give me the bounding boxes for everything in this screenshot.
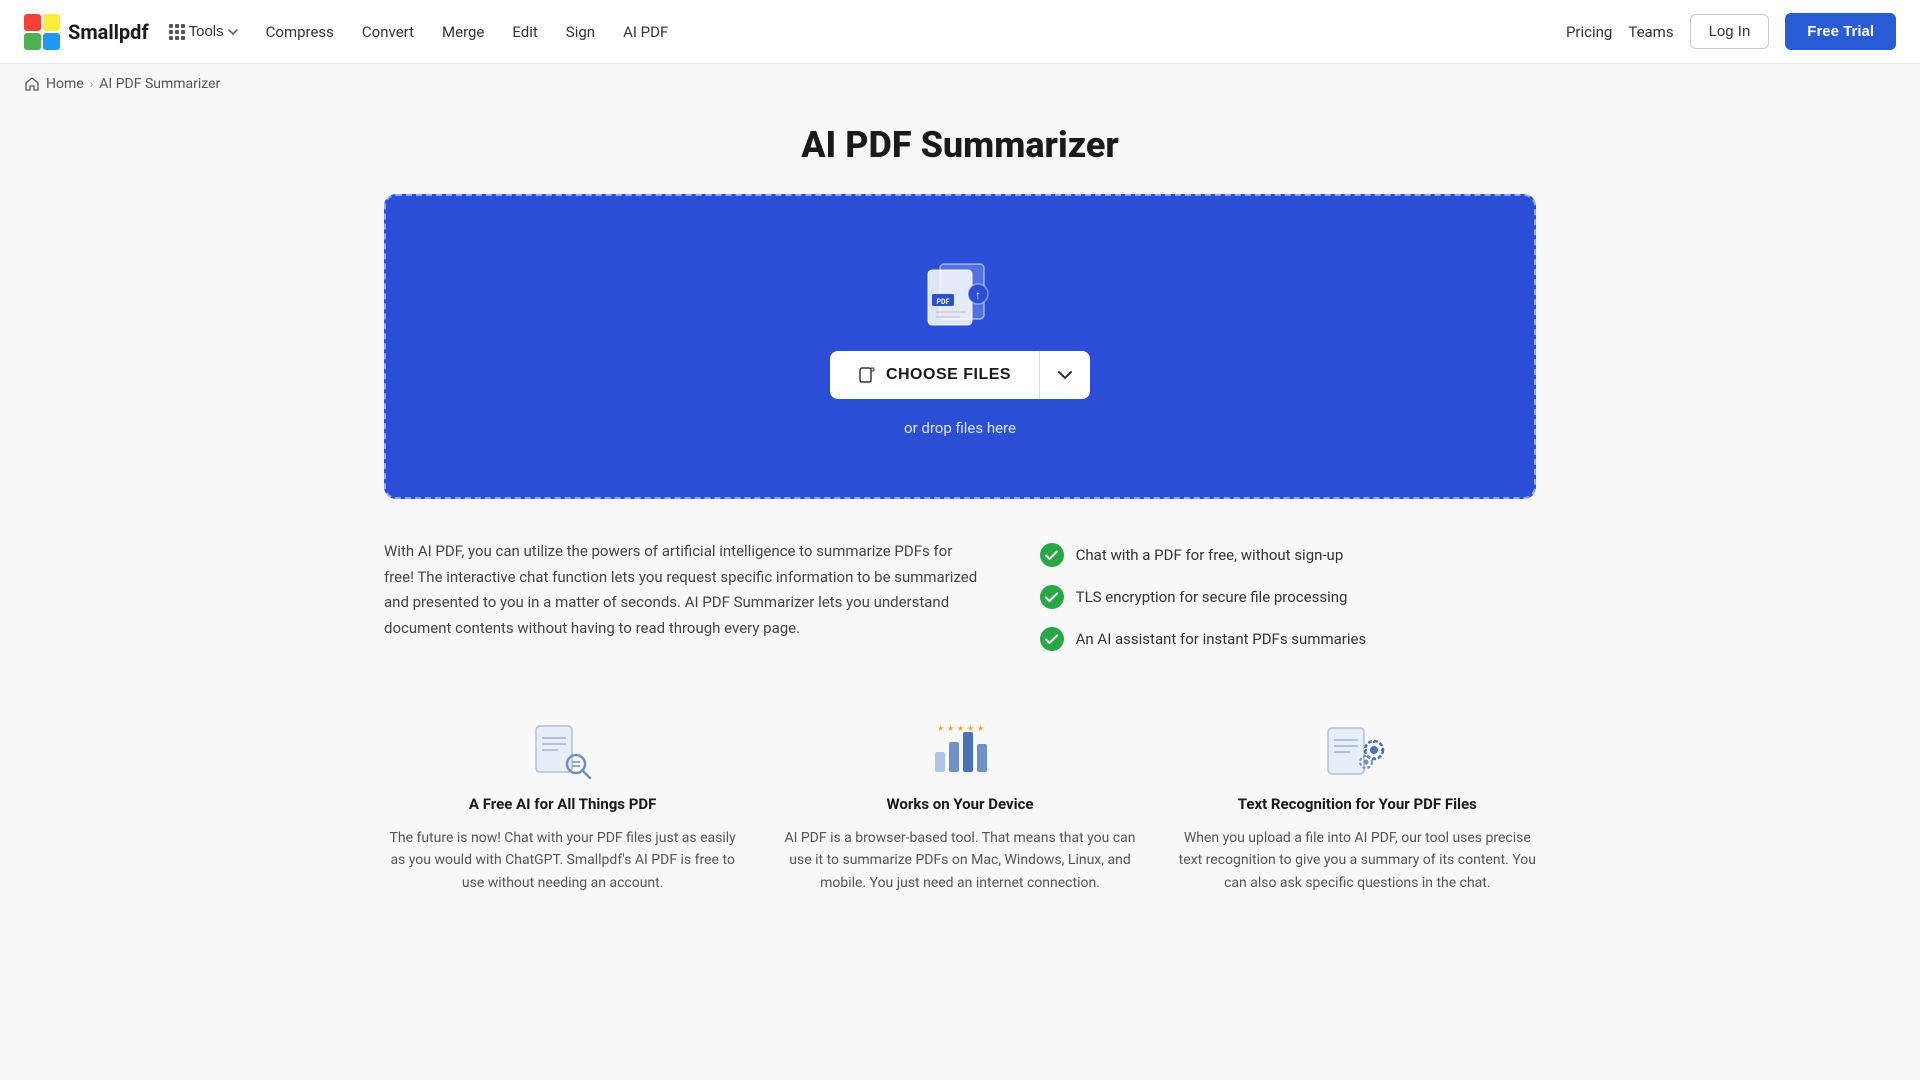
svg-text:PDF: PDF <box>937 298 950 306</box>
card-title-0: A Free AI for All Things PDF <box>469 795 656 813</box>
card-desc-1: AI PDF is a browser-based tool. That mea… <box>781 827 1138 894</box>
check-icon-2 <box>1040 627 1064 651</box>
login-button[interactable]: Log In <box>1690 14 1770 49</box>
tools-label: Tools <box>189 23 224 40</box>
ocr-icon <box>1322 722 1392 780</box>
nav-convert[interactable]: Convert <box>350 17 426 47</box>
svg-text:★: ★ <box>957 724 964 733</box>
svg-text:★: ★ <box>967 724 974 733</box>
breadcrumb: Home › AI PDF Summarizer <box>0 64 1920 104</box>
svg-text:★: ★ <box>947 724 954 733</box>
drop-hint: or drop files here <box>904 419 1016 437</box>
nav-ai-pdf[interactable]: AI PDF <box>611 17 680 47</box>
page-title: AI PDF Summarizer <box>384 124 1536 166</box>
choose-files-row: CHOOSE FILES <box>830 351 1090 399</box>
card-free-ai: A Free AI for All Things PDF The future … <box>384 721 741 894</box>
feature-text-2: An AI assistant for instant PDFs summari… <box>1076 630 1367 648</box>
nav-compress[interactable]: Compress <box>254 17 346 47</box>
header: Smallpdf Tools Compress Convert Merge Ed… <box>0 0 1920 64</box>
check-icon-1 <box>1040 585 1064 609</box>
feature-text-1: TLS encryption for secure file processin… <box>1076 588 1348 606</box>
cards-section: A Free AI for All Things PDF The future … <box>384 721 1536 894</box>
feature-description: With AI PDF, you can utilize the powers … <box>384 539 980 641</box>
card-title-2: Text Recognition for Your PDF Files <box>1238 795 1477 813</box>
card-icon-works-device: ★ ★ ★ ★ ★ <box>920 721 1000 781</box>
feature-item-2: An AI assistant for instant PDFs summari… <box>1040 627 1536 651</box>
pdf-illustration: PDF ↑ <box>910 256 1010 331</box>
choose-files-dropdown-button[interactable] <box>1040 351 1090 399</box>
free-trial-button[interactable]: Free Trial <box>1785 13 1896 50</box>
choose-files-label: CHOOSE FILES <box>886 366 1011 384</box>
drop-zone[interactable]: PDF ↑ CHOOSE FILES <box>384 194 1536 499</box>
card-desc-0: The future is now! Chat with your PDF fi… <box>384 827 741 894</box>
card-icon-text-recognition <box>1317 721 1397 781</box>
feature-item-0: Chat with a PDF for free, without sign-u… <box>1040 543 1536 567</box>
feature-text-0: Chat with a PDF for free, without sign-u… <box>1076 546 1344 564</box>
free-ai-icon <box>528 722 598 780</box>
card-icon-free-ai <box>523 721 603 781</box>
file-upload-icon <box>858 366 876 384</box>
checkmark-icon <box>1045 549 1058 562</box>
svg-text:★: ★ <box>977 724 984 733</box>
logo-icon <box>24 14 60 50</box>
card-works-device: ★ ★ ★ ★ ★ Works on Your Device AI PDF is… <box>781 721 1138 894</box>
main-nav: Compress Convert Merge Edit Sign AI PDF <box>254 17 681 47</box>
card-desc-2: When you upload a file into AI PDF, our … <box>1179 827 1536 894</box>
teams-link[interactable]: Teams <box>1628 23 1673 41</box>
main-content: AI PDF Summarizer PDF ↑ <box>360 104 1560 954</box>
chevron-down-icon <box>228 29 238 35</box>
check-icon-0 <box>1040 543 1064 567</box>
dropdown-chevron-icon <box>1058 371 1072 380</box>
pricing-link[interactable]: Pricing <box>1566 23 1612 41</box>
breadcrumb-separator: › <box>90 77 94 91</box>
choose-files-button[interactable]: CHOOSE FILES <box>830 352 1039 398</box>
breadcrumb-current: AI PDF Summarizer <box>99 76 220 92</box>
card-text-recognition: Text Recognition for Your PDF Files When… <box>1179 721 1536 894</box>
checkmark-icon <box>1045 633 1058 646</box>
svg-text:↑: ↑ <box>975 288 981 302</box>
nav-edit[interactable]: Edit <box>500 17 549 47</box>
home-icon <box>24 76 40 92</box>
logo-text: Smallpdf <box>68 20 149 44</box>
checkmark-icon <box>1045 591 1058 604</box>
features-section: With AI PDF, you can utilize the powers … <box>384 539 1536 651</box>
device-icon: ★ ★ ★ ★ ★ <box>925 722 995 780</box>
nav-merge[interactable]: Merge <box>430 17 496 47</box>
grid-icon <box>169 24 185 40</box>
logo[interactable]: Smallpdf <box>24 14 149 50</box>
card-title-1: Works on Your Device <box>886 795 1033 813</box>
feature-list: Chat with a PDF for free, without sign-u… <box>1040 539 1536 651</box>
nav-sign[interactable]: Sign <box>554 17 607 47</box>
svg-text:★: ★ <box>937 724 944 733</box>
tools-menu-button[interactable]: Tools <box>161 19 246 44</box>
breadcrumb-home[interactable]: Home <box>46 76 84 92</box>
header-actions: Pricing Teams Log In Free Trial <box>1566 13 1896 50</box>
feature-item-1: TLS encryption for secure file processin… <box>1040 585 1536 609</box>
